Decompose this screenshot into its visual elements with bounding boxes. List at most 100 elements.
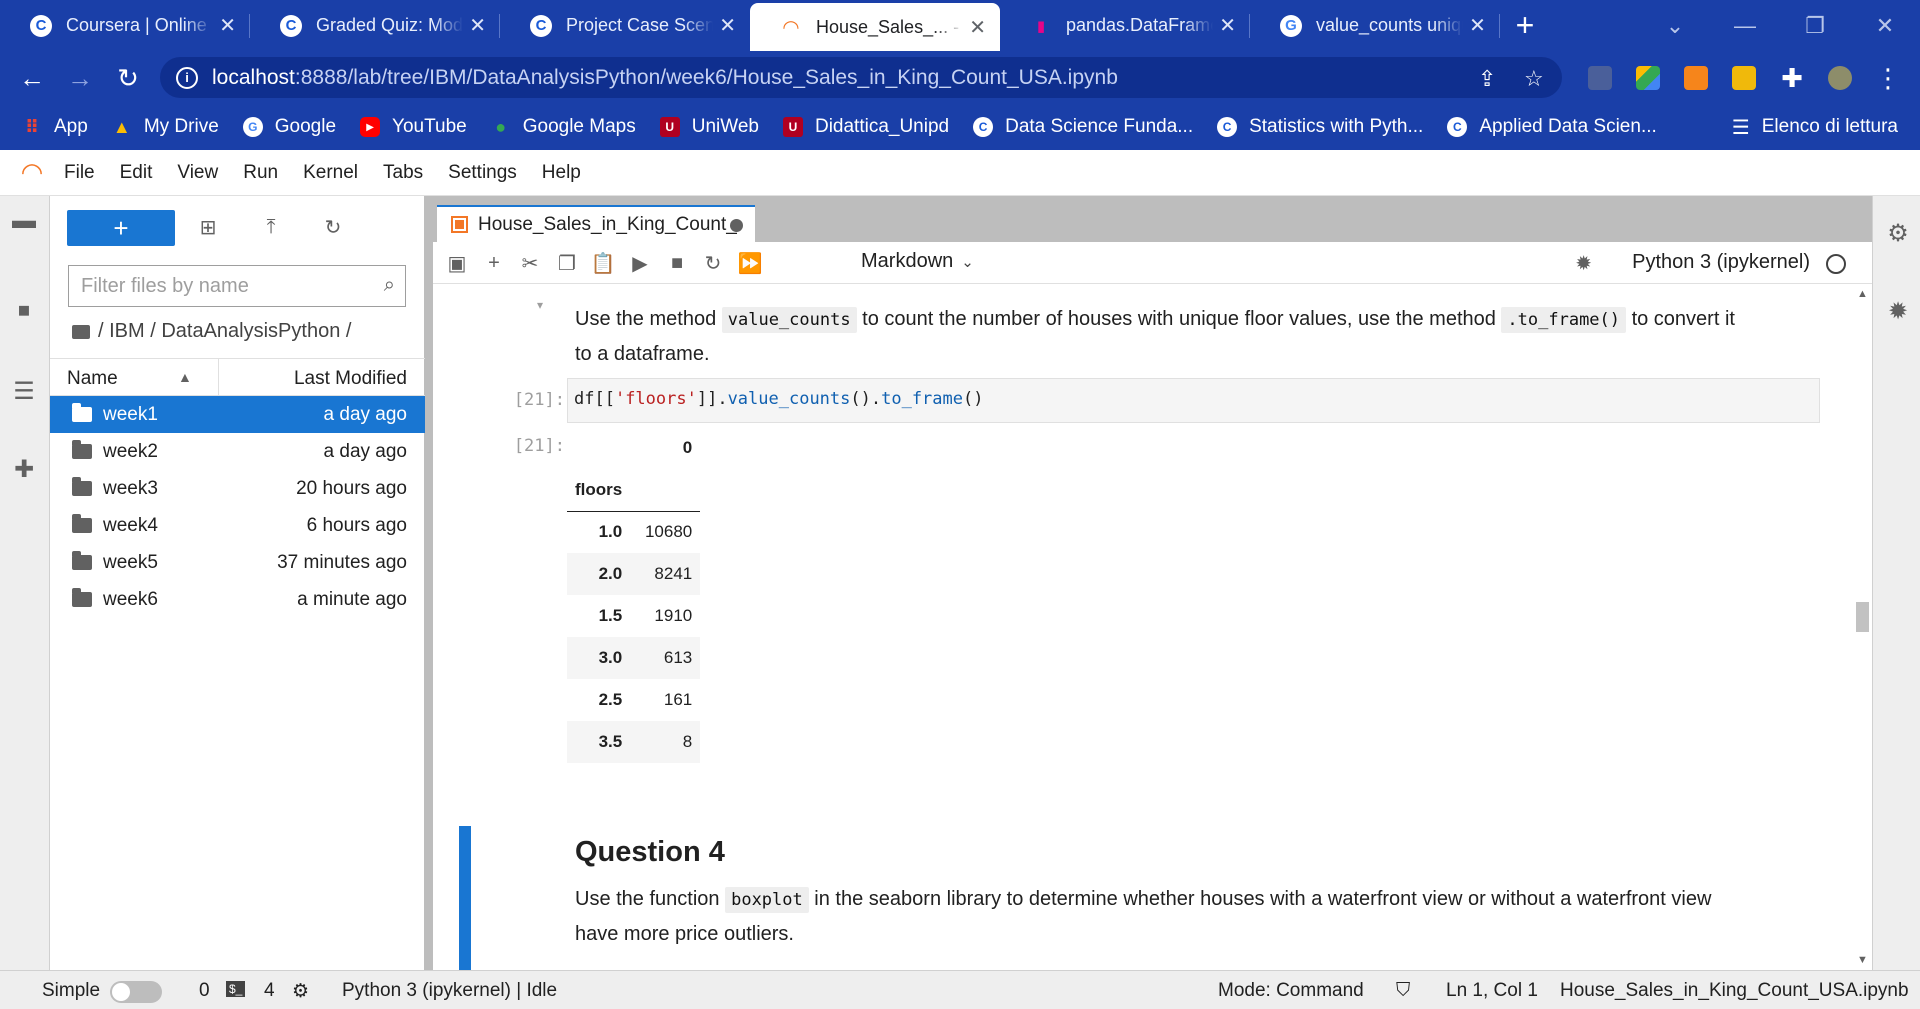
close-tab-icon[interactable]: ✕ bbox=[719, 13, 736, 38]
scroll-down-icon[interactable]: ▼ bbox=[1857, 954, 1868, 966]
column-name[interactable]: Name bbox=[67, 368, 118, 390]
simple-mode-toggle[interactable] bbox=[110, 981, 162, 1003]
column-last-modified[interactable]: Last Modified bbox=[294, 368, 407, 390]
bookmark-youtube[interactable]: ▶ YouTube bbox=[360, 116, 467, 138]
share-icon[interactable]: ⇪ bbox=[1478, 66, 1496, 92]
back-icon[interactable]: ← bbox=[14, 60, 50, 96]
save-icon[interactable]: ▣ bbox=[445, 251, 469, 275]
avatar[interactable] bbox=[1828, 66, 1852, 90]
cell-type-select[interactable]: Markdown ⌄ bbox=[861, 250, 974, 273]
debugger-icon[interactable]: ✹ bbox=[1575, 251, 1592, 276]
browser-tab-graded-quiz[interactable]: C Graded Quiz: Mode ✕ bbox=[250, 0, 500, 51]
bookmark-app[interactable]: ⠿ App bbox=[22, 116, 88, 138]
file-row-week6[interactable]: week6 a minute ago bbox=[50, 581, 425, 618]
menu-view[interactable]: View bbox=[177, 162, 218, 184]
reload-icon[interactable]: ↻ bbox=[110, 60, 146, 96]
bookmark-my-drive[interactable]: ▲ My Drive bbox=[112, 116, 219, 138]
collapse-caret-icon[interactable]: ▾ bbox=[537, 298, 543, 312]
paste-icon[interactable]: 📋 bbox=[591, 251, 616, 275]
menu-help[interactable]: Help bbox=[542, 162, 581, 184]
close-tab-icon[interactable]: ✕ bbox=[219, 13, 236, 38]
tab-search-icon[interactable]: ⌄ bbox=[1640, 0, 1710, 51]
browser-tab-value-counts[interactable]: G value_counts uniqu ✕ bbox=[1250, 0, 1500, 51]
menu-kernel[interactable]: Kernel bbox=[303, 162, 358, 184]
extensions-puzzle-icon[interactable]: ✚ bbox=[1774, 60, 1810, 96]
markdown-cell-question-4[interactable]: Use the function boxplot in the seaborn … bbox=[575, 882, 1755, 951]
reading-list-button[interactable]: ☰ Elenco di lettura bbox=[1732, 104, 1898, 150]
cut-icon[interactable]: ✂ bbox=[518, 251, 542, 275]
bookmark-uniweb[interactable]: U UniWeb bbox=[659, 116, 759, 138]
metamask-icon[interactable] bbox=[1684, 66, 1708, 90]
insert-cell-icon[interactable]: + bbox=[482, 251, 506, 275]
filter-files-field[interactable] bbox=[81, 274, 361, 298]
menu-settings[interactable]: Settings bbox=[448, 162, 517, 184]
extension-icon[interactable] bbox=[1588, 66, 1612, 90]
bookmark-star-icon[interactable]: ☆ bbox=[1524, 66, 1544, 92]
close-window-icon[interactable]: ✕ bbox=[1850, 0, 1920, 51]
cursor-position[interactable]: Ln 1, Col 1 bbox=[1446, 980, 1538, 1002]
unsaved-dot-icon[interactable] bbox=[730, 219, 743, 232]
close-tab-icon[interactable]: ✕ bbox=[969, 15, 986, 40]
file-row-week5[interactable]: week5 37 minutes ago bbox=[50, 544, 425, 581]
restore-icon[interactable]: ❐ bbox=[1780, 0, 1850, 51]
file-row-week3[interactable]: week3 20 hours ago bbox=[50, 470, 425, 507]
property-inspector-icon[interactable]: ⚙ bbox=[1883, 218, 1913, 248]
browser-menu-icon[interactable]: ⋮ bbox=[1870, 60, 1906, 96]
browser-tab-house-sales[interactable]: ◠ House_Sales_... - Ju ✕ bbox=[750, 3, 1000, 51]
panel-splitter[interactable] bbox=[425, 196, 433, 970]
bookmark-applied-data-science[interactable]: C Applied Data Scien... bbox=[1447, 116, 1657, 138]
browser-tab-project-case[interactable]: C Project Case Scenar ✕ bbox=[500, 0, 750, 51]
new-tab-button[interactable]: + bbox=[1500, 0, 1550, 51]
url-bar[interactable]: i localhost:8888/lab/tree/IBM/DataAnalys… bbox=[160, 57, 1562, 98]
kernel-count[interactable]: 4 bbox=[264, 980, 275, 1002]
bookmark-google[interactable]: G Google bbox=[242, 116, 336, 138]
close-tab-icon[interactable]: ✕ bbox=[469, 13, 486, 38]
close-tab-icon[interactable]: ✕ bbox=[1219, 13, 1236, 38]
browser-tab-pandas[interactable]: ▮ pandas.DataFrame. ✕ bbox=[1000, 0, 1250, 51]
scrollbar-thumb[interactable] bbox=[1856, 602, 1869, 632]
drive-extension-icon[interactable] bbox=[1636, 66, 1660, 90]
upload-icon[interactable]: ⤒ bbox=[258, 214, 284, 240]
trusted-icon[interactable]: ⛉ bbox=[1396, 980, 1410, 1002]
file-row-week2[interactable]: week2 a day ago bbox=[50, 433, 425, 470]
bookmark-didattica-unipd[interactable]: U Didattica_Unipd bbox=[782, 116, 949, 138]
bookmark-statistics-with-python[interactable]: C Statistics with Pyth... bbox=[1217, 116, 1423, 138]
file-row-week1[interactable]: week1 a day ago bbox=[50, 396, 425, 433]
run-cell-icon[interactable]: ▶ bbox=[628, 251, 652, 275]
kernel-status[interactable]: Python 3 (ipykernel) | Idle bbox=[342, 980, 557, 1002]
new-launcher-button[interactable]: + bbox=[67, 210, 175, 246]
folder-icon[interactable]: ▬ bbox=[9, 206, 39, 236]
run-all-icon[interactable]: ⏩ bbox=[738, 251, 763, 275]
restart-kernel-icon[interactable]: ↻ bbox=[701, 251, 725, 275]
extension-manager-icon[interactable]: ✚ bbox=[9, 454, 39, 484]
kernel-name[interactable]: Python 3 (ipykernel) bbox=[1632, 251, 1810, 274]
refresh-icon[interactable]: ↻ bbox=[320, 214, 346, 240]
site-info-icon[interactable]: i bbox=[176, 66, 198, 89]
browser-tab-coursera[interactable]: C Coursera | Online C ✕ bbox=[0, 0, 250, 51]
menu-file[interactable]: File bbox=[64, 162, 95, 184]
stop-kernel-icon[interactable]: ■ bbox=[665, 251, 689, 275]
notebook-tab[interactable]: House_Sales_in_King_Count_ bbox=[437, 205, 755, 242]
terminal-count[interactable]: 0 bbox=[199, 980, 210, 1002]
forward-icon[interactable]: → bbox=[62, 60, 98, 96]
table-of-contents-icon[interactable]: ☰ bbox=[9, 376, 39, 406]
bookmark-google-maps[interactable]: ● Google Maps bbox=[491, 116, 635, 138]
filter-files-input[interactable]: ⌕ bbox=[68, 265, 406, 307]
breadcrumb[interactable]: / IBM / DataAnalysisPython / bbox=[72, 320, 351, 343]
bookmark-data-science-fundamentals[interactable]: C Data Science Funda... bbox=[973, 116, 1193, 138]
file-row-week4[interactable]: week4 6 hours ago bbox=[50, 507, 425, 544]
code-cell-editor[interactable]: df[['floors']].value_counts().to_frame() bbox=[567, 378, 1820, 423]
minimize-icon[interactable]: — bbox=[1710, 0, 1780, 51]
active-cell-indicator[interactable] bbox=[459, 826, 471, 970]
markdown-cell-instructions[interactable]: Use the method value_counts to count the… bbox=[575, 302, 1755, 371]
scroll-up-icon[interactable]: ▲ bbox=[1857, 288, 1868, 300]
new-folder-icon[interactable]: ⊞ bbox=[195, 214, 221, 240]
copy-icon[interactable]: ❐ bbox=[555, 251, 579, 275]
binance-icon[interactable] bbox=[1732, 66, 1756, 90]
close-tab-icon[interactable]: ✕ bbox=[1469, 13, 1486, 38]
menu-run[interactable]: Run bbox=[243, 162, 278, 184]
menu-edit[interactable]: Edit bbox=[120, 162, 153, 184]
menu-tabs[interactable]: Tabs bbox=[383, 162, 423, 184]
notebook-scrollbar[interactable]: ▲ ▼ bbox=[1853, 284, 1872, 970]
running-kernels-icon[interactable]: ⏹ bbox=[9, 296, 39, 326]
